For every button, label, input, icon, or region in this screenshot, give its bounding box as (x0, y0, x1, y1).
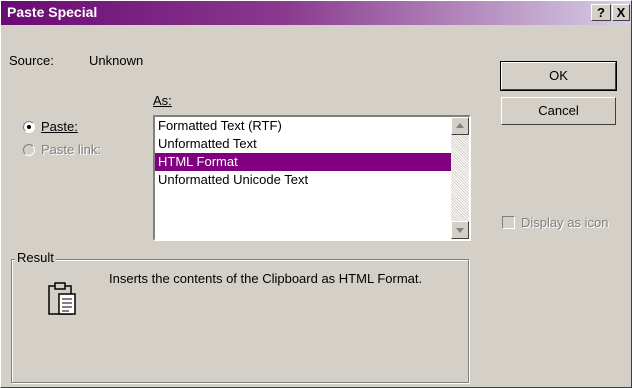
format-list-item[interactable]: Formatted Text (RTF) (155, 117, 451, 135)
paste-label-text: Paste: (41, 119, 78, 134)
as-label-text: As: (153, 93, 172, 108)
format-listbox[interactable]: Formatted Text (RTF) Unformatted Text HTML… (153, 115, 471, 241)
result-label: Result (15, 250, 56, 265)
result-description: Inserts the contents of the Clipboard as… (109, 271, 423, 286)
paste-radio[interactable] (23, 121, 35, 133)
display-as-icon-checkbox[interactable] (502, 216, 515, 229)
help-button[interactable]: ? (591, 4, 611, 21)
window-title: Paste Special (7, 4, 98, 20)
close-button[interactable]: X (612, 4, 630, 21)
as-label: As: (153, 93, 172, 108)
source-label: Source: (9, 53, 54, 68)
display-as-icon-label: Display as icon (521, 215, 609, 230)
format-list: Formatted Text (RTF) Unformatted Text HTML… (155, 117, 451, 239)
format-list-item[interactable]: HTML Format (155, 153, 451, 171)
format-list-item[interactable]: Unformatted Text (155, 135, 451, 153)
paste-radio-label[interactable]: Paste: (41, 119, 78, 134)
paste-link-radio[interactable] (23, 144, 35, 156)
clipboard-icon (48, 282, 76, 315)
cancel-button[interactable]: Cancel (501, 97, 616, 125)
source-value: Unknown (89, 53, 144, 68)
paste-link-label: Paste link: (41, 142, 101, 157)
scroll-up-icon[interactable] (451, 117, 469, 135)
title-bar[interactable]: Paste Special ? X (1, 1, 631, 25)
ok-button[interactable]: OK (500, 61, 617, 91)
scroll-down-icon[interactable] (451, 221, 469, 239)
list-scrollbar[interactable] (451, 117, 469, 239)
format-list-item[interactable]: Unformatted Unicode Text (155, 171, 451, 189)
paste-special-dialog: Paste Special ? X Source: Unknown OK Can… (0, 0, 632, 388)
